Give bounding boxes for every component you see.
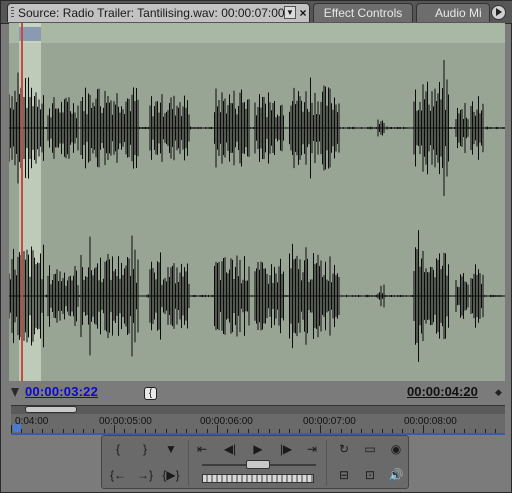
playhead-line[interactable] [21,23,23,381]
duration-indicator-icon: ◆ [495,387,502,397]
step-back-icon[interactable]: ◀| [220,441,240,457]
ruler-label: 00:00:08:00 [404,416,457,427]
zoom-scroll-thumb[interactable] [25,406,77,413]
ruler-tick [144,429,146,433]
tab-effect-controls[interactable]: Effect Controls [313,3,413,22]
source-monitor-panel: Source: Radio Trailer: Tantilising.wav: … [0,0,512,493]
ruler-tick [381,429,383,433]
ruler-tick [361,429,363,433]
ruler-tick [72,429,74,433]
ruler-tick [320,425,321,433]
tab-grip-icon[interactable] [11,7,14,19]
ruler-tick [392,429,394,433]
step-forward-icon[interactable]: |▶ [276,441,296,457]
ruler-tick [186,429,188,433]
time-ruler-area: 0:04:00 00:00:05:00 00:00:06:00 00:00:07… [11,405,505,435]
ruler-tick [412,429,414,433]
ruler-tick [330,429,332,433]
safe-margins-icon[interactable]: ▭ [360,441,380,457]
go-to-out-icon[interactable]: →} [135,467,155,483]
ruler-tick [175,429,177,433]
speaker-icon[interactable]: 🔊 [386,467,406,483]
panel-tab-bar: Source: Radio Trailer: Tantilising.wav: … [1,1,512,24]
ruler-label: 00:00:06:00 [200,416,253,427]
current-timecode[interactable]: 00:00:03:22 [25,384,98,399]
ruler-tick [402,429,404,433]
set-marker-icon[interactable]: ▼ [161,441,181,457]
overlay-icon[interactable]: ⊡ [360,467,380,483]
ruler-tick [11,425,12,433]
ruler-tick [474,429,476,433]
ruler-label: 0:04:00 [15,416,49,427]
clip-menu-dropdown-icon[interactable]: ▼ [284,6,296,19]
ruler-tick [103,429,105,433]
ruler-tick [350,429,352,433]
ruler-tick [124,429,126,433]
ruler-tick [299,429,301,433]
ruler-tick [165,429,167,433]
ruler-tick [114,425,115,433]
panel-menu-icon[interactable] [491,5,506,20]
transport-controls: { } ▼ {← →} {▶} ⇤ ◀| ▶ |▶ ⇥ ↻ ▭ ◉ ⊟ ⊡ 🔊 [101,435,409,489]
ruler-tick [268,429,270,433]
ruler-tick [278,429,280,433]
go-to-previous-marker-icon[interactable]: ⇤ [192,441,212,457]
ruler-tick [340,429,342,433]
ruler-tick [443,429,445,433]
ruler-tick [217,425,218,433]
ruler-tick [62,429,64,433]
ruler-tick [196,429,198,433]
ruler-tick [41,429,43,433]
view-zoom-level-icon[interactable]: { [144,387,157,400]
ruler-tick [83,429,85,433]
ruler-tick [52,429,54,433]
insert-icon[interactable]: ⊟ [334,467,354,483]
mark-in-icon[interactable]: { [108,441,128,457]
ruler-tick [237,429,239,433]
ruler-tick [206,429,208,433]
ruler-tick [289,429,291,433]
ruler-tick [371,429,373,433]
close-tab-icon[interactable]: × [297,4,309,22]
ruler-tick [247,429,249,433]
play-icon[interactable]: ▶ [248,441,268,457]
ruler-tick [227,429,229,433]
mark-out-icon[interactable]: } [135,441,155,457]
divider [326,440,327,486]
output-icon[interactable]: ◉ [386,441,406,457]
divider [188,440,189,486]
timecode-row: 00:00:03:22 { 00:00:04:20 ◆ [1,382,512,406]
zoom-scroll-bar[interactable] [11,405,505,414]
loop-icon[interactable]: ↻ [334,441,354,457]
duration-timecode[interactable]: 00:00:04:20 [407,384,478,399]
tab-source-label: Source: Radio Trailer: Tantilising.wav: … [18,6,285,20]
waveform-graphic [9,59,505,362]
go-to-next-marker-icon[interactable]: ⇥ [302,441,322,457]
ruler-tick [134,429,136,433]
play-in-to-out-icon[interactable]: {▶} [161,467,181,483]
ruler-tick [433,429,435,433]
marker-icon[interactable] [11,388,19,397]
ruler-tick [495,429,497,433]
time-ruler[interactable]: 0:04:00 00:00:05:00 00:00:06:00 00:00:07… [11,414,505,435]
shuttle-slider[interactable] [202,460,316,469]
ruler-tick [464,429,466,433]
ruler-tick [21,429,23,433]
ruler-tick [484,429,486,433]
ruler-tick [258,429,260,433]
jog-wheel[interactable] [202,474,314,483]
go-to-in-icon[interactable]: {← [108,467,128,483]
ruler-label: 00:00:05:00 [99,416,152,427]
ruler-label: 00:00:07:00 [303,416,356,427]
ruler-tick [31,429,33,433]
audio-waveform-display[interactable] [9,23,505,381]
ruler-tick [423,425,424,433]
tab-audio-mixer[interactable]: Audio Mi [416,3,490,22]
shuttle-knob[interactable] [246,460,270,469]
ruler-tick [155,429,157,433]
ruler-tick [309,429,311,433]
ruler-tick [453,429,455,433]
tab-source[interactable]: Source: Radio Trailer: Tantilising.wav: … [7,3,310,22]
ruler-tick [93,429,95,433]
